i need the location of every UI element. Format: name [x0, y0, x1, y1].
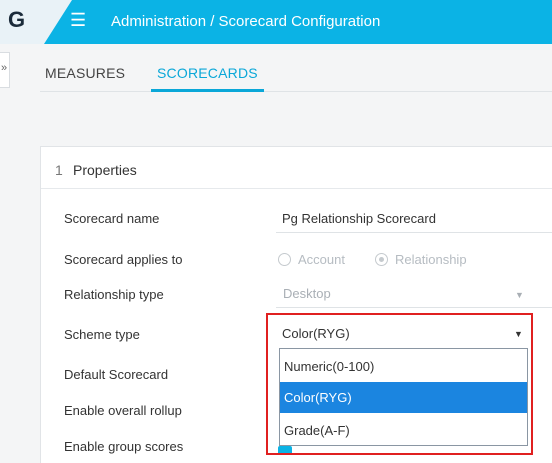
radio-unchecked-icon	[278, 253, 291, 266]
scheme-type-dropdown: Numeric(0-100) Color(RYG) Grade(A-F)	[279, 348, 528, 446]
option-grade[interactable]: Grade(A-F)	[280, 415, 527, 446]
default-scorecard-label: Default Scorecard	[64, 367, 169, 382]
scheme-type-label: Scheme type	[64, 327, 140, 342]
logo-area: G	[0, 0, 72, 44]
page-title: Administration / Scorecard Configuration	[111, 13, 381, 30]
scorecard-name-label: Scorecard name	[64, 211, 160, 226]
radio-account-label: Account	[298, 252, 345, 267]
relationship-type-label: Relationship type	[64, 287, 164, 302]
radio-relationship[interactable]: Relationship	[375, 252, 467, 267]
scorecard-name-underline	[276, 232, 552, 233]
section-title: Properties	[73, 162, 137, 178]
section-number: 1	[55, 162, 63, 178]
enable-overall-rollup-label: Enable overall rollup	[64, 403, 182, 418]
relationship-type-underline	[276, 307, 552, 308]
option-numeric[interactable]: Numeric(0-100)	[280, 351, 527, 382]
scorecard-name-input[interactable]: Pg Relationship Scorecard	[282, 211, 436, 226]
applies-to-label: Scorecard applies to	[64, 252, 183, 267]
option-color-ryg[interactable]: Color(RYG)	[280, 382, 527, 413]
enable-group-scores-label: Enable group scores	[64, 439, 184, 454]
top-header: G ☰ Administration / Scorecard Configura…	[0, 0, 552, 44]
tab-scorecards[interactable]: SCORECARDS	[157, 65, 258, 81]
tab-bar: MEASURES SCORECARDS	[40, 44, 552, 92]
panel-header: 1 Properties	[41, 147, 552, 189]
radio-account[interactable]: Account	[278, 252, 345, 267]
tab-measures[interactable]: MEASURES	[45, 65, 125, 81]
expand-sidebar-icon[interactable]: »	[0, 52, 10, 88]
relationship-type-select[interactable]: Desktop	[283, 286, 331, 301]
chevron-down-icon: ▼	[515, 290, 524, 300]
active-tab-indicator	[151, 89, 264, 92]
radio-relationship-label: Relationship	[395, 252, 467, 267]
radio-checked-icon	[375, 253, 388, 266]
hamburger-menu-icon[interactable]: ☰	[70, 10, 86, 30]
app-logo[interactable]: G	[8, 7, 25, 33]
